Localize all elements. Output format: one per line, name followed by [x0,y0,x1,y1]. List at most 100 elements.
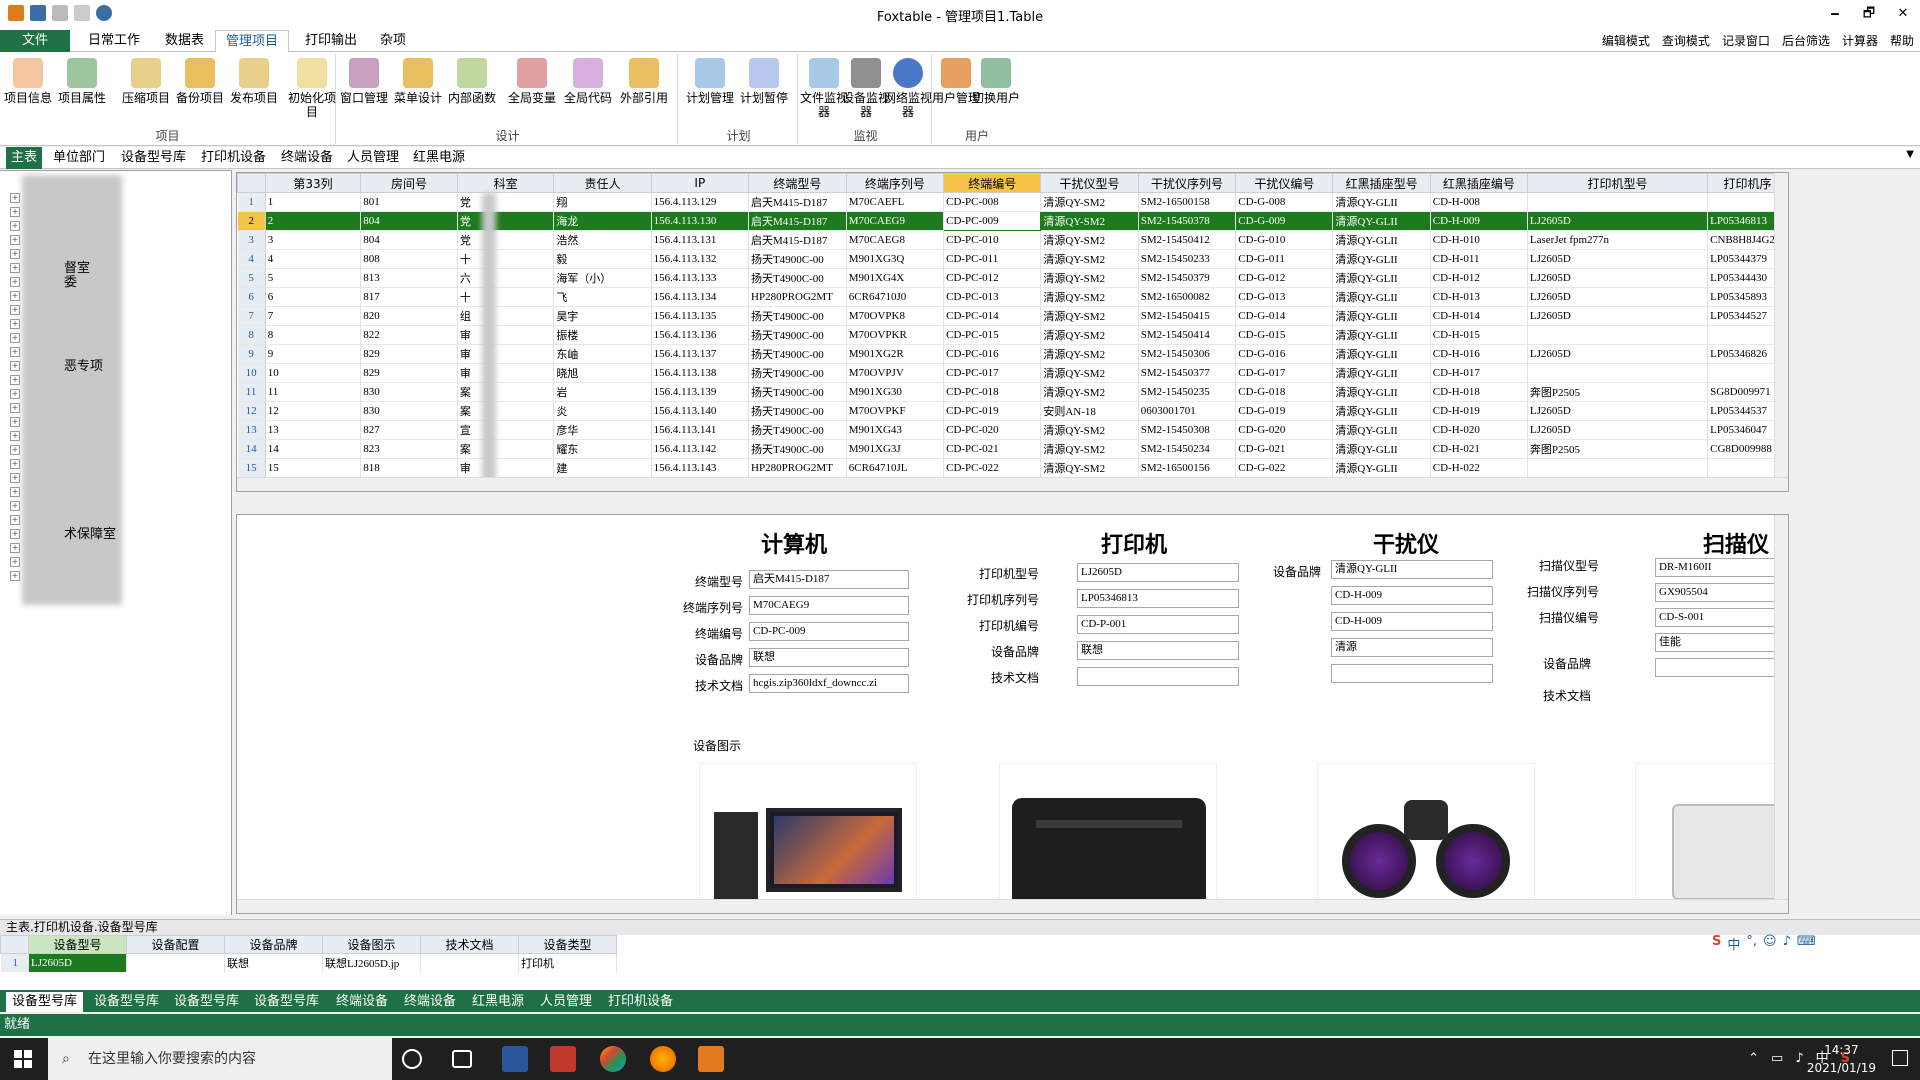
table-cell[interactable]: 4 [265,249,362,269]
table-cell[interactable]: CD-H-022 [1430,458,1528,478]
chevron-up-icon[interactable]: ⌃ [1748,1038,1759,1080]
terminal-number-field[interactable]: CD-PC-009 [749,622,909,641]
table-row[interactable]: 2 2 804 党海龙 156.4.113.130 启天M415-D187 M70CAEG9… [237,211,1788,231]
table-cell[interactable]: 耀东 [553,439,652,459]
ime-language-indicator[interactable]: 中 [1727,934,1740,953]
table-cell[interactable]: 毅 [553,249,652,269]
table-cell[interactable]: CD-PC-009 [943,211,1042,231]
microphone-icon[interactable]: ♪ [1783,934,1791,953]
column-header[interactable]: 科室 [456,173,555,193]
table-cell[interactable]: M70CAEG9 [846,211,945,231]
table-cell[interactable]: SM2-15450378 [1138,211,1237,231]
tab-unit-department[interactable]: 单位部门 [48,147,110,169]
table-cell[interactable]: M70OVPK8 [846,306,945,326]
table-cell[interactable]: 扬天T4900C-00 [748,382,847,402]
table-cell[interactable]: 岩 [553,382,652,402]
tree-expand-icon[interactable]: + [10,221,20,231]
global-variable-button[interactable]: 全局变量 [508,58,556,105]
printer-model-field[interactable]: LJ2605D [1077,563,1239,582]
tab-manage-project[interactable]: 管理项目 [215,30,290,52]
table-cell[interactable]: 东岫 [553,344,652,364]
row-number[interactable]: 2 [237,211,266,231]
project-properties-button[interactable]: 项目属性 [58,58,106,105]
table-cell[interactable]: 炎 [553,401,652,421]
terminal-model-field[interactable]: 启天M415-D187 [749,570,909,589]
table-cell[interactable]: CD-G-008 [1235,192,1334,212]
compress-project-button[interactable]: 压缩项目 [122,58,170,105]
table-cell[interactable]: 清源QY-SM2 [1040,382,1139,402]
table-cell[interactable]: M70OVPKF [846,401,945,421]
table-cell[interactable]: 14 [265,439,362,459]
bottom-tab[interactable]: 设备型号库 [6,992,84,1012]
table-cell[interactable]: 海军（小） [553,268,652,288]
file-menu[interactable]: 文件 [0,30,70,52]
row-number[interactable]: 1 [237,192,266,212]
backup-project-button[interactable]: 备份项目 [176,58,224,105]
table-cell[interactable]: 清源QY-SM2 [1040,344,1139,364]
column-header[interactable]: 干扰仪型号 [1040,173,1139,193]
table-cell[interactable]: 156.4.113.135 [651,306,750,326]
table-cell[interactable]: M70OVPKR [846,325,945,345]
table-cell[interactable]: LJ2605D [1527,287,1709,307]
calculator-button[interactable]: 计算器 [1842,30,1878,52]
plan-pause-button[interactable]: 计划暂停 [740,58,788,105]
table-cell[interactable]: 156.4.113.131 [651,230,750,250]
table-row[interactable]: 12 12 830 案炎 156.4.113.140 扬天T4900C-00 M70OVPK… [237,401,1788,421]
column-header[interactable]: 干扰仪编号 [1235,173,1334,193]
table-cell[interactable]: 5 [265,268,362,288]
table-cell[interactable] [126,953,225,972]
printer-number-field[interactable]: CD-P-001 [1077,615,1239,634]
table-cell[interactable]: CD-G-009 [1235,211,1334,231]
detail-grid[interactable]: 设备型号 设备配置 设备品牌 设备图示 技术文档 设备类型 1 LJ2605D 联想 联想LJ2… [0,935,1920,990]
table-cell[interactable]: 清源QY-GLII [1332,344,1431,364]
scanner-model-field[interactable]: DR-M160II [1655,558,1775,577]
table-cell[interactable]: 审 [457,325,555,345]
bottom-tab[interactable]: 设备型号库 [248,992,325,1012]
sogou-icon[interactable]: S [1712,934,1721,953]
bottom-tab[interactable]: 终端设备 [398,992,462,1012]
tab-main-table[interactable]: 主表 [6,147,43,169]
table-cell[interactable]: CD-H-014 [1430,306,1528,326]
table-cell[interactable]: CD-H-017 [1430,363,1528,383]
grid-vertical-scrollbar[interactable] [1774,173,1788,491]
row-number[interactable]: 4 [237,249,266,269]
tab-printer-device[interactable]: 打印机设备 [196,147,271,169]
table-cell[interactable]: 清源QY-GLII [1332,363,1431,383]
table-cell[interactable]: CD-G-014 [1235,306,1334,326]
table-cell[interactable]: CD-PC-010 [943,230,1042,250]
record-window-button[interactable]: 记录窗口 [1722,30,1770,52]
table-cell[interactable]: 启天M415-D187 [748,230,847,250]
taskbar-search-box[interactable]: ⌕ 在这里输入你要搜索的内容 [48,1038,392,1080]
table-cell[interactable]: M901XG43 [846,420,945,440]
table-cell[interactable]: M901XG3Q [846,249,945,269]
table-cell[interactable]: 组 [457,306,555,326]
table-cell[interactable]: 0603001701 [1138,401,1237,421]
initialize-project-button[interactable]: 初始化项目 [288,58,336,119]
table-cell[interactable]: CD-G-011 [1235,249,1334,269]
window-manage-button[interactable]: 窗口管理 [340,58,388,105]
table-cell[interactable]: 830 [360,382,458,402]
table-cell[interactable]: CD-G-015 [1235,325,1334,345]
table-cell[interactable]: SM2-15450233 [1138,249,1237,269]
table-cell[interactable]: 扬天T4900C-00 [748,344,847,364]
tree-expand-icon[interactable]: + [10,207,20,217]
table-cell[interactable]: 清源QY-SM2 [1040,439,1139,459]
table-cell[interactable]: CD-PC-020 [943,420,1042,440]
table-cell[interactable]: CD-H-012 [1430,268,1528,288]
table-cell[interactable]: 清源QY-SM2 [1040,420,1139,440]
table-cell[interactable]: SM2-15450306 [1138,344,1237,364]
table-cell[interactable]: CD-PC-017 [943,363,1042,383]
table-cell[interactable]: 建 [553,458,652,478]
table-cell[interactable]: CD-PC-012 [943,268,1042,288]
tab-data-table[interactable]: 数据表 [155,30,214,52]
column-header[interactable]: 责任人 [553,173,652,193]
column-header[interactable]: 终端编号 [943,173,1042,193]
bottom-tab[interactable]: 终端设备 [330,992,394,1012]
table-cell[interactable]: CD-G-018 [1235,382,1334,402]
table-cell[interactable]: CD-H-009 [1430,211,1528,231]
table-cell[interactable]: CD-H-016 [1430,344,1528,364]
table-cell[interactable]: 6 [265,287,362,307]
table-cell[interactable]: 翔 [553,192,652,212]
table-cell[interactable]: 清源QY-GLII [1332,287,1431,307]
table-cell[interactable]: HP280PROG2MT [748,287,847,307]
